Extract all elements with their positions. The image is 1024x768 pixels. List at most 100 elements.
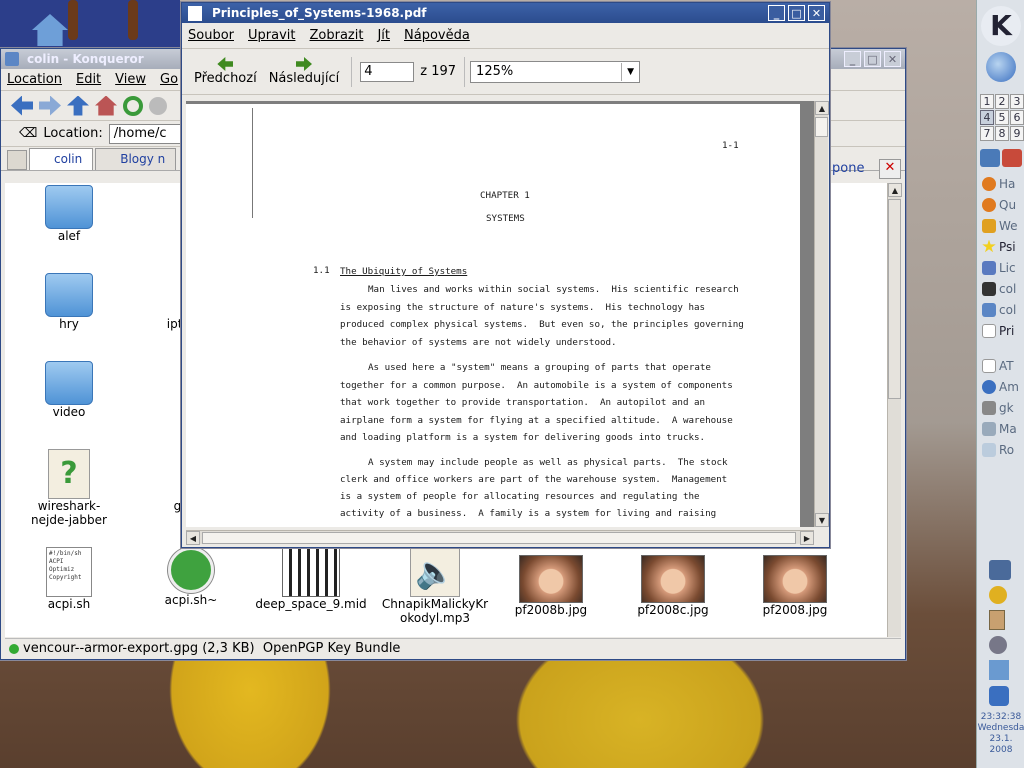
konqueror-vscroll[interactable]: ▲ — [887, 183, 902, 637]
icon-pf2008c[interactable]: pf2008c.jpg — [623, 555, 723, 617]
menu-upravit[interactable]: Upravit — [248, 28, 295, 43]
task-item[interactable]: We — [977, 215, 1024, 236]
icon-acpi-sh[interactable]: #!/bin/sh ACPI Optimiz Copyright acpi.sh — [19, 547, 119, 611]
contact-icon[interactable] — [989, 660, 1009, 680]
icon-acpi-sh-backup[interactable]: acpi.sh~ — [141, 547, 241, 607]
up-icon[interactable] — [67, 95, 89, 116]
pager-desktop-3[interactable]: 3 — [1010, 94, 1024, 109]
status-led-icon — [9, 643, 19, 654]
tab-colin[interactable]: colin — [29, 148, 94, 170]
icon-pf2008b[interactable]: pf2008b.jpg — [501, 555, 601, 617]
menu-go[interactable]: Go — [160, 72, 178, 87]
new-tab-icon[interactable] — [7, 150, 27, 170]
image-thumbnail — [519, 555, 583, 603]
reload-icon[interactable] — [123, 95, 143, 116]
scroll-up-icon[interactable]: ▲ — [815, 101, 829, 115]
roster-icon — [982, 442, 996, 457]
text-line: is exposing the structure of nature's sy… — [340, 302, 706, 313]
globe-icon[interactable] — [986, 52, 1016, 82]
menu-napoveda[interactable]: Nápověda — [404, 28, 470, 43]
maximize-button[interactable]: □ — [864, 51, 881, 67]
page-number-input[interactable] — [360, 61, 415, 82]
key-icon[interactable] — [989, 586, 1007, 604]
clear-location-icon[interactable]: ⌫ — [19, 126, 37, 141]
location-label: Location: — [43, 126, 103, 141]
close-tab-icon[interactable]: ✕ — [879, 159, 901, 179]
pdf-document-area[interactable]: 1-1 CHAPTER 1 SYSTEMS 1.1 The Ubiquity o… — [186, 101, 814, 527]
maximize-button[interactable]: □ — [788, 5, 805, 21]
menu-zobrazit[interactable]: Zobrazit — [309, 28, 363, 43]
back-icon[interactable] — [11, 95, 33, 116]
pdf-hscroll[interactable]: ◀ ▶ — [186, 530, 814, 545]
task-item[interactable]: Lic — [977, 257, 1024, 278]
unknown-file-icon: ? — [48, 449, 90, 499]
scroll-up-icon[interactable]: ▲ — [888, 183, 902, 197]
menu-soubor[interactable]: Soubor — [188, 28, 234, 43]
close-button[interactable]: ✕ — [808, 5, 825, 21]
task-item[interactable]: Ro — [977, 439, 1024, 460]
hscroll-thumb[interactable] — [202, 532, 796, 544]
kde-menu-icon[interactable]: K — [981, 6, 1021, 46]
clipboard-icon[interactable] — [989, 610, 1005, 630]
zoom-select[interactable]: 125% ▼ — [470, 60, 641, 83]
task-item[interactable]: Psi — [977, 236, 1024, 257]
icon-hry[interactable]: hry — [19, 273, 119, 331]
pdf-vscroll[interactable]: ▲ ▼ — [814, 101, 829, 527]
stop-icon[interactable] — [149, 96, 167, 115]
task-item[interactable]: Ma — [977, 418, 1024, 439]
task-item[interactable]: col — [977, 278, 1024, 299]
minimize-button[interactable]: _ — [844, 51, 861, 67]
home-icon[interactable] — [95, 95, 117, 116]
clock[interactable]: 23:32:38 Wednesda 23.1. 2008 — [977, 712, 1024, 756]
task-item[interactable]: Am — [977, 376, 1024, 397]
logout-icon[interactable] — [1002, 149, 1022, 167]
icon-deep-space[interactable]: deep_space_9.mid — [255, 547, 367, 611]
scroll-right-icon[interactable]: ▶ — [800, 531, 814, 545]
next-page-button[interactable]: Následující — [263, 57, 346, 86]
konqueror-task-icon — [982, 302, 996, 317]
close-button[interactable]: ✕ — [884, 51, 901, 67]
tab-right-label[interactable]: pone — [832, 161, 864, 176]
menu-jit[interactable]: Jít — [377, 28, 390, 43]
icon-mp3[interactable]: 🔈 ChnapikMalickyKrokodyl.mp3 — [375, 547, 495, 625]
lock-icon[interactable] — [980, 149, 1000, 167]
icon-wireshark[interactable]: ? wireshark-nejde-jabber — [19, 449, 119, 527]
scroll-thumb[interactable] — [888, 199, 901, 399]
menu-edit[interactable]: Edit — [76, 72, 101, 87]
volume-icon[interactable] — [989, 560, 1011, 580]
terminal-icon — [982, 281, 996, 296]
task-item[interactable]: gk — [977, 397, 1024, 418]
folder-icon — [45, 361, 93, 405]
pdf-menubar: Soubor Upravit Zobrazit Jít Nápověda — [182, 23, 829, 49]
pager-desktop-7[interactable]: 7 — [980, 126, 994, 141]
task-item[interactable]: AT — [977, 355, 1024, 376]
pager-desktop-1[interactable]: 1 — [980, 94, 994, 109]
pager-desktop-5[interactable]: 5 — [995, 110, 1009, 125]
scroll-thumb[interactable] — [815, 117, 828, 137]
kde-tray-icon[interactable] — [989, 636, 1007, 654]
minimize-button[interactable]: _ — [768, 5, 785, 21]
pager-desktop-9[interactable]: 9 — [1010, 126, 1024, 141]
scroll-left-icon[interactable]: ◀ — [186, 531, 200, 545]
icon-pf2008[interactable]: pf2008.jpg — [745, 555, 845, 617]
forward-icon[interactable] — [39, 95, 61, 116]
pager-desktop-8[interactable]: 8 — [995, 126, 1009, 141]
task-item[interactable]: Ha — [977, 173, 1024, 194]
pager-desktop-2[interactable]: 2 — [995, 94, 1009, 109]
task-item[interactable]: col — [977, 299, 1024, 320]
pdf-titlebar[interactable]: Principles_of_Systems-1968.pdf _ □ ✕ — [182, 3, 829, 23]
pager-desktop-4[interactable]: 4 — [980, 110, 994, 125]
icon-video[interactable]: video — [19, 361, 119, 419]
network-icon[interactable] — [989, 686, 1009, 706]
prev-page-button[interactable]: Předchozí — [188, 57, 263, 86]
scroll-down-icon[interactable]: ▼ — [815, 513, 829, 527]
icon-alef[interactable]: alef — [19, 185, 119, 243]
location-input[interactable]: /home/c — [108, 123, 189, 144]
chapter-heading: CHAPTER 1 — [480, 190, 530, 201]
tab-blogy[interactable]: Blogy n — [95, 148, 177, 170]
menu-location[interactable]: Location — [7, 72, 62, 87]
pager-desktop-6[interactable]: 6 — [1010, 110, 1024, 125]
task-item[interactable]: Qu — [977, 194, 1024, 215]
menu-view[interactable]: View — [115, 72, 146, 87]
task-item[interactable]: Pri — [977, 320, 1024, 341]
